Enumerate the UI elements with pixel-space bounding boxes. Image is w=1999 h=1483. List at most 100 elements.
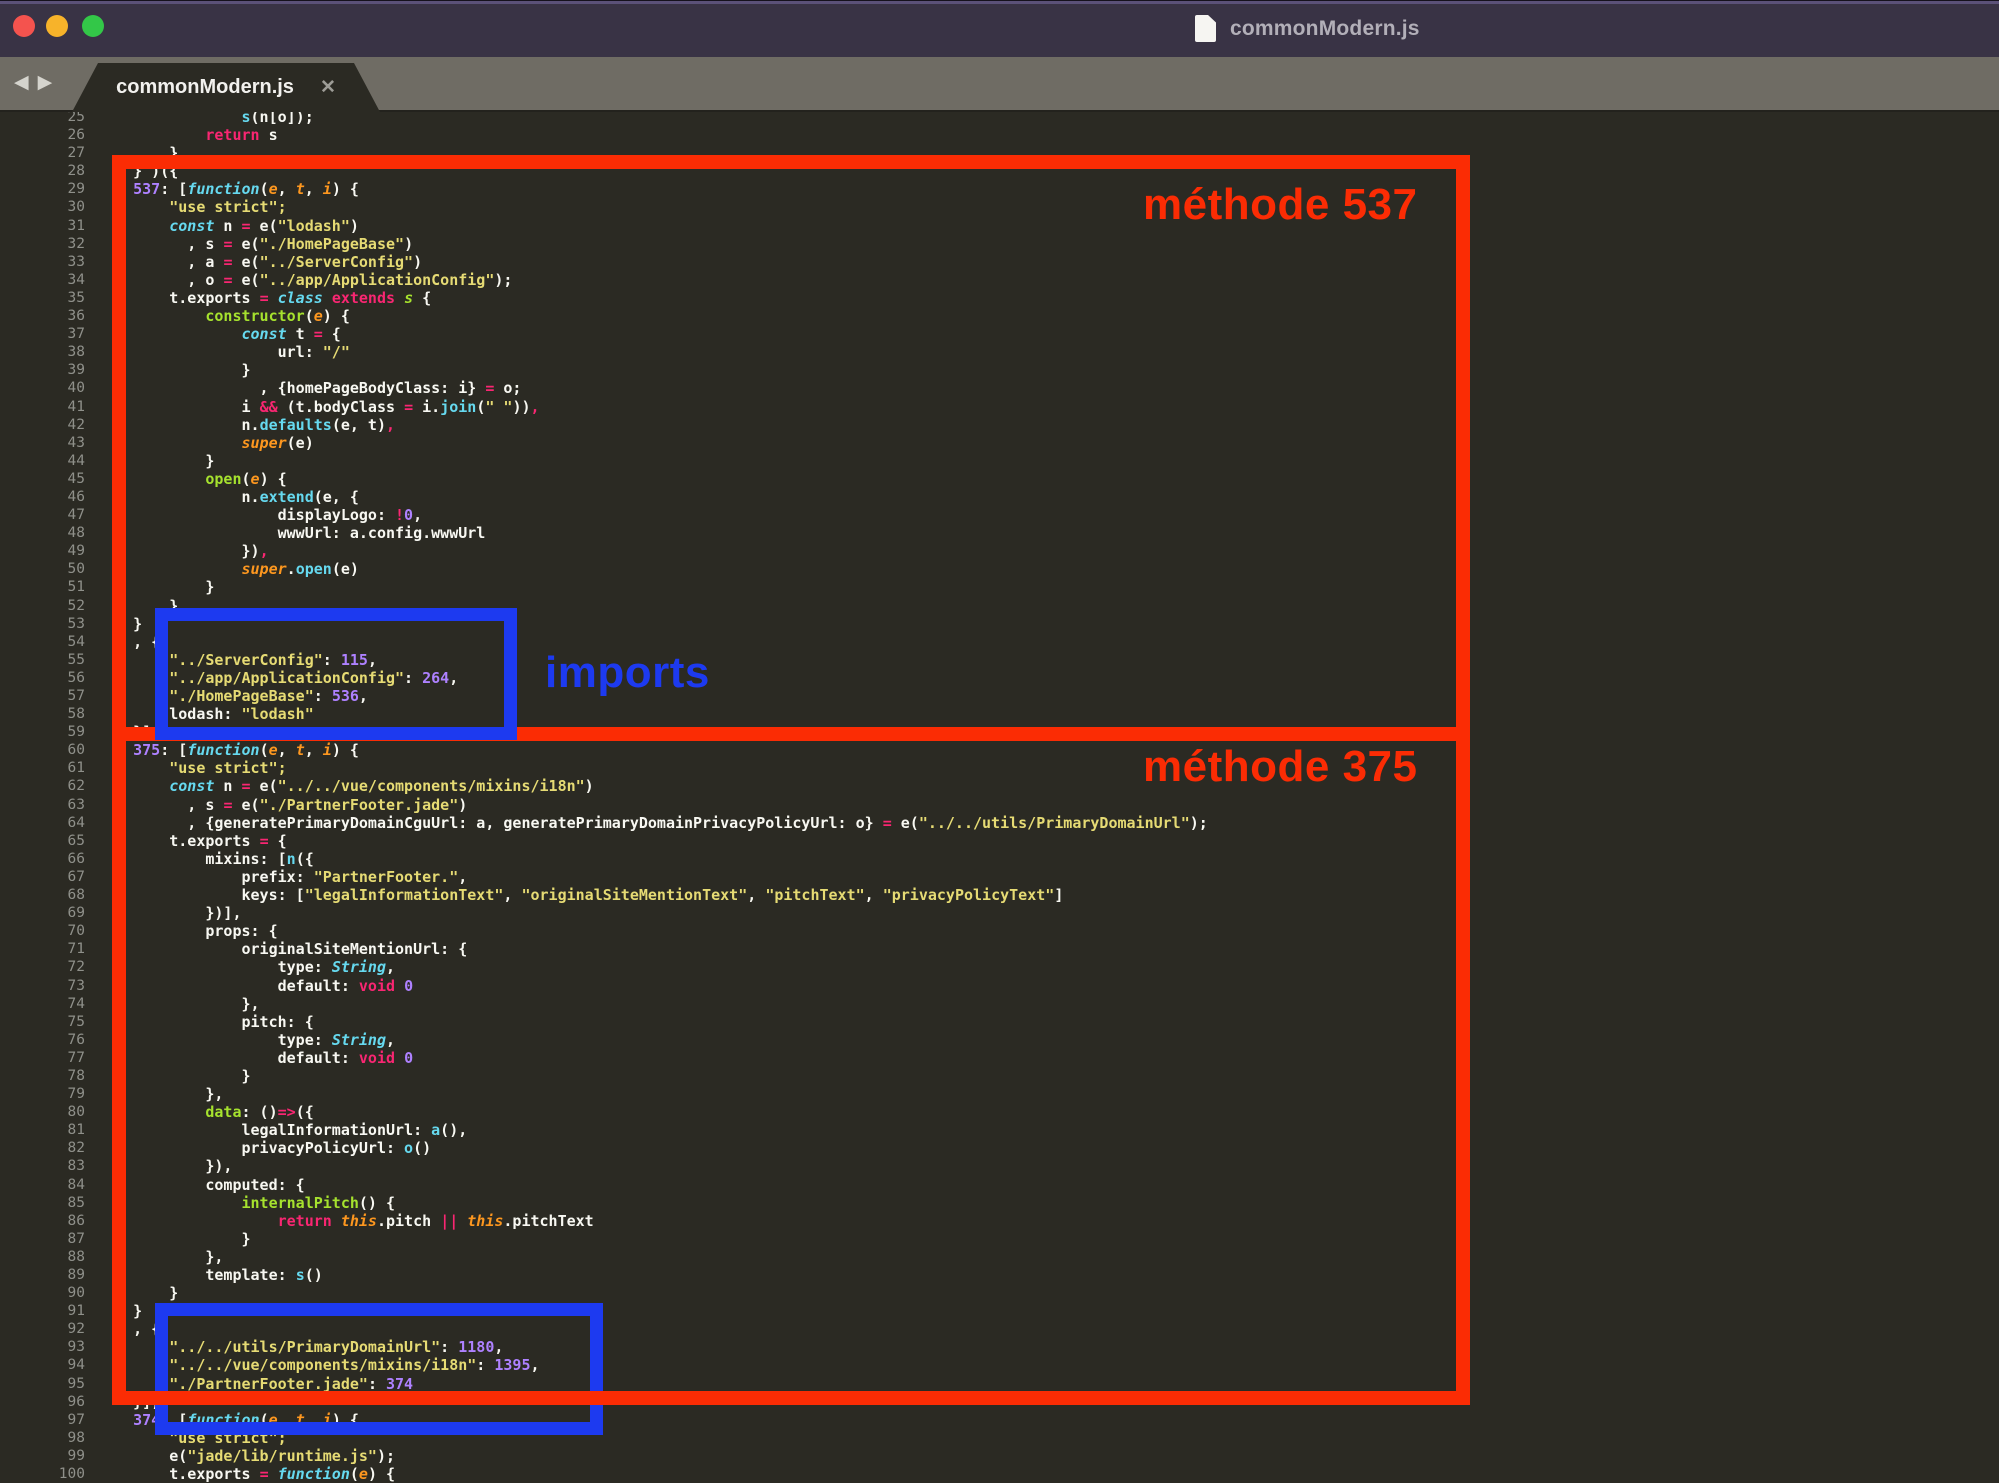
code-line: 35 t.exports = class extends s { (0, 289, 1999, 307)
line-number: 63 (0, 796, 85, 814)
line-number: 32 (0, 235, 85, 253)
line-number: 61 (0, 759, 85, 777)
line-number: 39 (0, 361, 85, 379)
line-number: 95 (0, 1375, 85, 1393)
line-number: 28 (0, 162, 85, 180)
line-number: 69 (0, 904, 85, 922)
line-number: 74 (0, 995, 85, 1013)
code-line: 36 constructor(e) { (0, 307, 1999, 325)
code-line: 57 "./HomePageBase": 536, (0, 687, 1999, 705)
title-bar: commonModern.js (0, 0, 1999, 57)
line-number: 75 (0, 1013, 85, 1031)
code-line: 75 pitch: { (0, 1013, 1999, 1031)
forward-arrow-icon[interactable]: ▶ (38, 71, 53, 94)
code-line: 96 }], (0, 1393, 1999, 1411)
window-title-group: commonModern.js (1195, 0, 1420, 57)
code-line: 61 "use strict"; (0, 759, 1999, 777)
line-number: 66 (0, 850, 85, 868)
code-line: 87 } (0, 1230, 1999, 1248)
line-number: 98 (0, 1429, 85, 1447)
code-line: 99 e("jade/lib/runtime.js"); (0, 1447, 1999, 1465)
tab-close-icon[interactable]: ✕ (320, 76, 336, 99)
line-number: 84 (0, 1176, 85, 1194)
line-number: 31 (0, 217, 85, 235)
code-line: 53 } (0, 615, 1999, 633)
code-line: 71 originalSiteMentionUrl: { (0, 940, 1999, 958)
line-number: 99 (0, 1447, 85, 1465)
line-number: 60 (0, 741, 85, 759)
code-line: 31 const n = e("lodash") (0, 217, 1999, 235)
code-line: 42 n.defaults(e, t), (0, 416, 1999, 434)
line-number: 54 (0, 633, 85, 651)
back-arrow-icon[interactable]: ◀ (14, 71, 29, 94)
code-line: 39 } (0, 361, 1999, 379)
code-line: 81 legalInformationUrl: a(), (0, 1121, 1999, 1139)
code-line: 97 374: [function(e, t, i) { (0, 1411, 1999, 1429)
code-line: 80 data: ()=>({ (0, 1103, 1999, 1121)
code-line: 65 t.exports = { (0, 832, 1999, 850)
zoom-window-button[interactable] (82, 15, 104, 37)
code-line: 28 } )({ (0, 162, 1999, 180)
code-line: 89 template: s() (0, 1266, 1999, 1284)
code-line: 92 , { (0, 1320, 1999, 1338)
code-line: 93 "../../utils/PrimaryDomainUrl": 1180, (0, 1338, 1999, 1356)
line-number: 65 (0, 832, 85, 850)
code-line: 51 } (0, 578, 1999, 596)
close-window-button[interactable] (13, 15, 35, 37)
line-number: 43 (0, 434, 85, 452)
code-line: 85 internalPitch() { (0, 1194, 1999, 1212)
line-number: 93 (0, 1338, 85, 1356)
code-line: 74 }, (0, 995, 1999, 1013)
code-line: 83 }), (0, 1157, 1999, 1175)
line-number: 80 (0, 1103, 85, 1121)
line-number: 30 (0, 198, 85, 216)
code-line: 82 privacyPolicyUrl: o() (0, 1139, 1999, 1157)
code-line: 77 default: void 0 (0, 1049, 1999, 1067)
line-number: 42 (0, 416, 85, 434)
line-number: 82 (0, 1139, 85, 1157)
code-line: 63 , s = e("./PartnerFooter.jade") (0, 796, 1999, 814)
line-number: 96 (0, 1393, 85, 1411)
tab-commonmodern-js[interactable]: commonModern.js ✕ (72, 63, 380, 112)
code-line: 45 open(e) { (0, 470, 1999, 488)
line-number: 44 (0, 452, 85, 470)
code-line: 46 n.extend(e, { (0, 488, 1999, 506)
line-number: 72 (0, 958, 85, 976)
minimize-window-button[interactable] (46, 15, 68, 37)
line-number: 94 (0, 1356, 85, 1374)
code-line: 50 super.open(e) (0, 560, 1999, 578)
line-number: 67 (0, 868, 85, 886)
line-number: 38 (0, 343, 85, 361)
title-bar-accent (0, 0, 1999, 4)
code-line: 55 "../ServerConfig": 115, (0, 651, 1999, 669)
code-line: 44 } (0, 452, 1999, 470)
line-number: 56 (0, 669, 85, 687)
code-line: 37 const t = { (0, 325, 1999, 343)
code-line: 32 , s = e("./HomePageBase") (0, 235, 1999, 253)
code-line: 95 "./PartnerFooter.jade": 374 (0, 1375, 1999, 1393)
code-line: 30 "use strict"; (0, 198, 1999, 216)
code-line: 58 lodash: "lodash" (0, 705, 1999, 723)
code-line: 49 }), (0, 542, 1999, 560)
line-number: 100 (0, 1465, 85, 1483)
code-line: 33 , a = e("../ServerConfig") (0, 253, 1999, 271)
line-number: 79 (0, 1085, 85, 1103)
line-number: 86 (0, 1212, 85, 1230)
code-line: 43 super(e) (0, 434, 1999, 452)
line-number: 81 (0, 1121, 85, 1139)
line-number: 49 (0, 542, 85, 560)
line-number: 58 (0, 705, 85, 723)
code-line: 59 }], (0, 723, 1999, 741)
line-number: 47 (0, 506, 85, 524)
code-line: 47 displayLogo: !0, (0, 506, 1999, 524)
code-line: 98 "use strict"; (0, 1429, 1999, 1447)
line-number: 68 (0, 886, 85, 904)
line-number: 26 (0, 126, 85, 144)
code-line: 56 "../app/ApplicationConfig": 264, (0, 669, 1999, 687)
code-editor[interactable]: 25 s(n[o]);26 return s27 }28 } )({29 537… (0, 112, 1999, 1483)
code-line: 78 } (0, 1067, 1999, 1085)
code-line: 76 type: String, (0, 1031, 1999, 1049)
line-number: 27 (0, 144, 85, 162)
line-number: 46 (0, 488, 85, 506)
tab-label: commonModern.js (116, 76, 294, 99)
